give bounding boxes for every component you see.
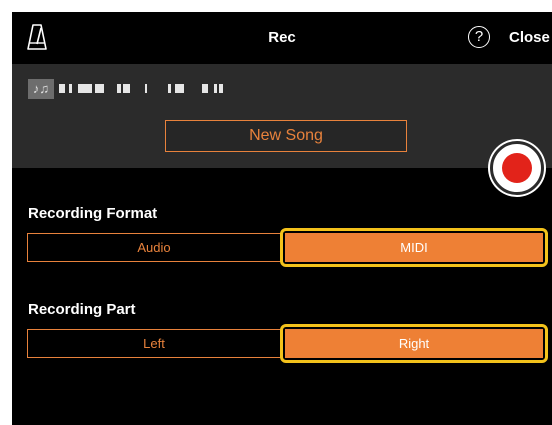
rec-screen: Rec ? Close ♪♫ New Song Recording Format… (12, 12, 552, 425)
close-button[interactable]: Close (509, 29, 550, 46)
music-notes-icon[interactable]: ♪♫ (28, 79, 54, 99)
recording-format-label: Recording Format (28, 205, 158, 222)
recording-format-midi-label: MIDI (285, 233, 543, 262)
help-icon[interactable]: ? (468, 26, 490, 48)
new-song-button[interactable]: New Song (165, 120, 407, 152)
recording-format-audio-option[interactable]: Audio (27, 233, 281, 262)
recording-part-right-label: Right (285, 329, 543, 358)
recording-part-right-option[interactable]: Right (280, 324, 548, 363)
top-bar: Rec ? Close (12, 12, 552, 64)
record-icon (502, 153, 532, 183)
recording-part-left-option[interactable]: Left (27, 329, 281, 358)
song-panel: ♪♫ New Song (12, 64, 552, 195)
record-button[interactable] (490, 141, 544, 195)
recording-format-midi-option[interactable]: MIDI (280, 228, 548, 267)
recording-part-label: Recording Part (28, 301, 136, 318)
